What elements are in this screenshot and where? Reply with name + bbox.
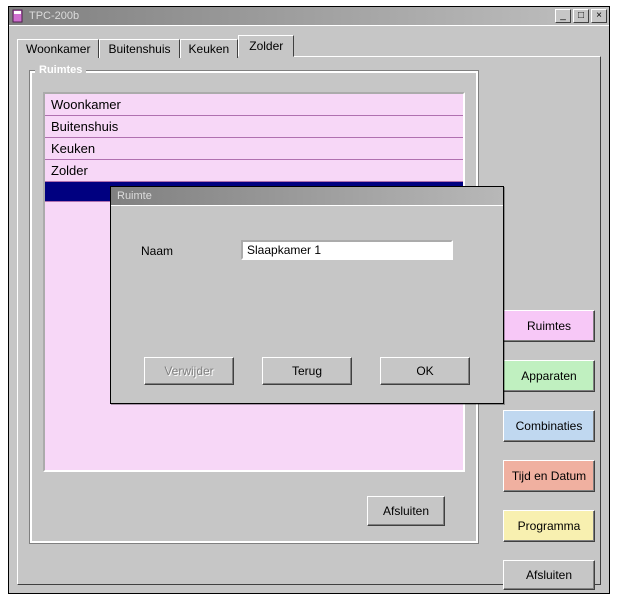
group-label: Ruimtes [35, 64, 86, 76]
tab-woonkamer[interactable]: Woonkamer [17, 39, 99, 58]
dialog-titlebar[interactable]: Ruimte [111, 187, 503, 205]
tab-strip: Woonkamer Buitenshuis Keuken Zolder [17, 34, 601, 56]
afsluiten-inner-button[interactable]: Afsluiten [367, 496, 445, 526]
side-tijd-button[interactable]: Tijd en Datum [503, 460, 595, 492]
list-item[interactable]: Keuken [45, 138, 463, 160]
naam-label: Naam [141, 244, 173, 258]
app-icon [11, 9, 25, 23]
side-combinaties-button[interactable]: Combinaties [503, 410, 595, 442]
tab-zolder[interactable]: Zolder [238, 35, 294, 57]
dialog-body: Naam Verwijder Terug OK [111, 205, 503, 403]
minimize-button[interactable]: _ [555, 9, 571, 23]
tab-keuken[interactable]: Keuken [180, 39, 239, 58]
terug-button[interactable]: Terug [262, 357, 352, 385]
naam-input[interactable] [241, 240, 453, 260]
side-afsluiten-button[interactable]: Afsluiten [503, 560, 595, 590]
ruimte-dialog: Ruimte Naam Verwijder Terug OK [110, 186, 504, 404]
window-title: TPC-200b [29, 10, 553, 22]
side-ruimtes-button[interactable]: Ruimtes [503, 310, 595, 342]
maximize-button[interactable]: □ [573, 9, 589, 23]
list-item[interactable]: Woonkamer [45, 94, 463, 116]
verwijder-button[interactable]: Verwijder [144, 357, 234, 385]
side-programma-button[interactable]: Programma [503, 510, 595, 542]
list-item[interactable]: Zolder [45, 160, 463, 182]
list-item[interactable]: Buitenshuis [45, 116, 463, 138]
ok-button[interactable]: OK [380, 357, 470, 385]
close-button[interactable]: × [591, 9, 607, 23]
main-titlebar[interactable]: TPC-200b _ □ × [9, 7, 609, 25]
dialog-title: Ruimte [113, 190, 501, 202]
tab-buitenshuis[interactable]: Buitenshuis [99, 39, 179, 58]
side-apparaten-button[interactable]: Apparaten [503, 360, 595, 392]
